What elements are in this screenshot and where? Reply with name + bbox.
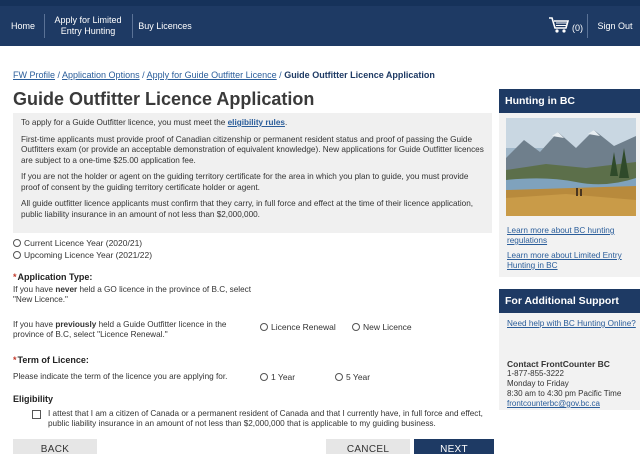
nav-home-label: Home [10, 20, 35, 31]
contact-email-link[interactable]: frontcounterbc@gov.bc.ca [507, 399, 600, 408]
new-licence-option[interactable]: New Licence [352, 322, 412, 332]
required-marker: * [13, 355, 17, 365]
link-limited-entry-hunting[interactable]: Learn more about Limited Entry Hunting i… [507, 251, 637, 271]
next-button[interactable]: NEXT [414, 439, 494, 454]
term-5-year-radio[interactable] [335, 373, 343, 381]
previously-held-text: If you have previously held a Guide Outf… [13, 320, 248, 340]
nav-apply-line2: Entry Hunting [60, 26, 116, 36]
cart-button[interactable]: (0) [548, 16, 583, 34]
breadcrumb: FW Profile / Application Options / Apply… [13, 70, 435, 80]
info-consent: If you are not the holder or agent on th… [21, 172, 469, 192]
never-text-1: If you have [13, 285, 56, 294]
term-heading: *Term of Licence: [13, 355, 89, 365]
eligibility-rules-link[interactable]: eligibility rules [228, 118, 285, 127]
year-current-option[interactable]: Current Licence Year (2020/21) [13, 238, 142, 248]
prev-text-1: If you have [13, 320, 56, 329]
eligibility-heading: Eligibility [13, 394, 54, 404]
term-1-year-radio[interactable] [260, 373, 268, 381]
nav-separator [44, 14, 45, 38]
sidebar-support-heading: For Additional Support [499, 289, 640, 313]
cart-count: (0) [572, 23, 583, 33]
nav-sign-out[interactable]: Sign Out [594, 6, 636, 46]
nav-buy-licences[interactable]: Buy Licences [138, 6, 192, 46]
nav-home[interactable]: Home [6, 6, 40, 46]
term-1-year-label: 1 Year [271, 372, 296, 382]
term-5-year-label: 5 Year [346, 372, 371, 382]
year-upcoming-label: Upcoming Licence Year (2021/22) [24, 250, 153, 260]
required-marker: * [13, 272, 17, 282]
licence-renewal-label: Licence Renewal [271, 322, 336, 332]
term-title: Term of Licence: [17, 355, 89, 365]
new-licence-radio[interactable] [352, 323, 360, 331]
term-1-year-option[interactable]: 1 Year [260, 372, 295, 382]
breadcrumb-apply-guide-outfitter[interactable]: Apply for Guide Outfitter Licence [147, 70, 277, 80]
nav-separator [587, 14, 588, 38]
nav-buy-label: Buy Licences [138, 20, 192, 31]
application-type-title: Application Type: [17, 272, 93, 282]
back-button[interactable]: BACK [13, 439, 97, 454]
attest-text: I attest that I am a citizen of Canada o… [48, 409, 483, 428]
term-5-year-option[interactable]: 5 Year [335, 372, 370, 382]
never-bold: never [55, 285, 78, 294]
page-title: Guide Outfitter Licence Application [13, 89, 315, 109]
breadcrumb-current: Guide Outfitter Licence Application [284, 70, 435, 80]
licence-renewal-radio[interactable] [260, 323, 268, 331]
nav-apply-line1: Apply for Limited [54, 15, 122, 25]
info-box: To apply for a Guide Outfitter licence, … [13, 113, 492, 233]
top-nav-bar: Home Apply for Limited Entry Hunting Buy … [0, 0, 640, 46]
breadcrumb-application-options[interactable]: Application Options [62, 70, 140, 80]
link-bc-hunting-regulations[interactable]: Learn more about BC hunting regulations [507, 226, 637, 246]
nav-separator [132, 14, 133, 38]
contact-block: Contact FrontCounter BC 1-877-855-3222 M… [507, 359, 639, 409]
cancel-button[interactable]: CANCEL [326, 439, 410, 454]
year-upcoming-option[interactable]: Upcoming Licence Year (2021/22) [13, 250, 152, 260]
contact-days: Monday to Friday [507, 379, 569, 388]
breadcrumb-sep: / [55, 70, 63, 80]
breadcrumb-fw-profile[interactable]: FW Profile [13, 70, 55, 80]
application-type-heading: *Application Type: [13, 272, 92, 282]
year-current-radio[interactable] [13, 239, 21, 247]
contact-phone: 1-877-855-3222 [507, 369, 564, 378]
year-upcoming-radio[interactable] [13, 251, 21, 259]
info-insurance: All guide outfitter licence applicants m… [21, 199, 474, 219]
sidebar-hunting-heading: Hunting in BC [499, 89, 640, 113]
term-text: Please indicate the term of the licence … [13, 372, 228, 381]
nav-apply-label: Apply for Limited Entry Hunting [54, 15, 121, 37]
breadcrumb-sep: / [139, 70, 147, 80]
contact-title: Contact FrontCounter BC [507, 359, 610, 369]
info-text: . [284, 118, 288, 127]
nav-signout-label: Sign Out [597, 20, 633, 31]
nav-apply-limited-entry[interactable]: Apply for Limited Entry Hunting [48, 6, 128, 46]
year-current-label: Current Licence Year (2020/21) [24, 238, 143, 248]
contact-hours: 8:30 am to 4:30 pm Pacific Time [507, 389, 622, 398]
attest-checkbox[interactable] [32, 410, 41, 419]
new-licence-label: New Licence [363, 322, 412, 332]
prev-bold: previously [55, 320, 97, 329]
never-held-text: If you have never held a GO licence in t… [13, 285, 263, 305]
info-eligibility-line: To apply for a Guide Outfitter licence, … [21, 118, 484, 129]
licence-renewal-option[interactable]: Licence Renewal [260, 322, 336, 332]
info-first-time: First-time applicants must provide proof… [21, 134, 484, 165]
link-help-bc-hunting[interactable]: Need help with BC Hunting Online? [507, 319, 637, 329]
cart-icon [549, 17, 570, 33]
landscape-photo [506, 118, 636, 216]
info-text: To apply for a Guide Outfitter licence, … [21, 118, 228, 127]
